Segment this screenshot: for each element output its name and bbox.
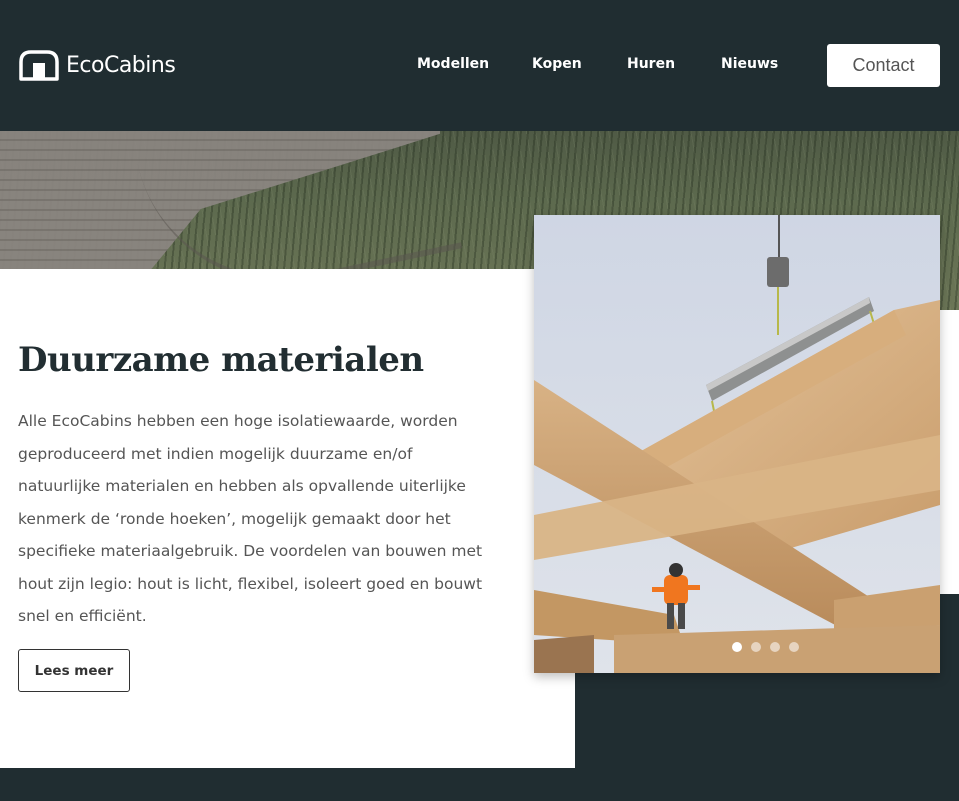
brand-name: EcoCabins — [66, 52, 176, 78]
carousel-dot-2[interactable] — [751, 642, 761, 652]
carousel-dot-1[interactable] — [732, 642, 742, 652]
logo[interactable]: EcoCabins — [18, 48, 176, 82]
nav-item-kopen[interactable]: Kopen — [532, 56, 582, 72]
section-paragraph: Alle EcoCabins hebben een hoge isolatiew… — [18, 412, 483, 625]
carousel-dot-4[interactable] — [789, 642, 799, 652]
nav-item-huren[interactable]: Huren — [627, 56, 675, 72]
nav-item-modellen[interactable]: Modellen — [417, 56, 489, 72]
image-carousel[interactable] — [534, 215, 940, 673]
nav-item-nieuws[interactable]: Nieuws — [721, 56, 778, 72]
section-heading: Duurzame materialen — [18, 340, 424, 380]
site-header: EcoCabins Modellen Kopen Huren Nieuws Co… — [0, 0, 959, 131]
contact-button[interactable]: Contact — [827, 44, 940, 87]
carousel-indicators — [534, 642, 940, 652]
cabin-logo-icon — [19, 50, 59, 81]
side-accent-block — [940, 310, 959, 594]
carousel-dot-3[interactable] — [770, 642, 780, 652]
read-more-button[interactable]: Lees meer — [18, 649, 130, 692]
timber-construction-image — [534, 215, 940, 673]
